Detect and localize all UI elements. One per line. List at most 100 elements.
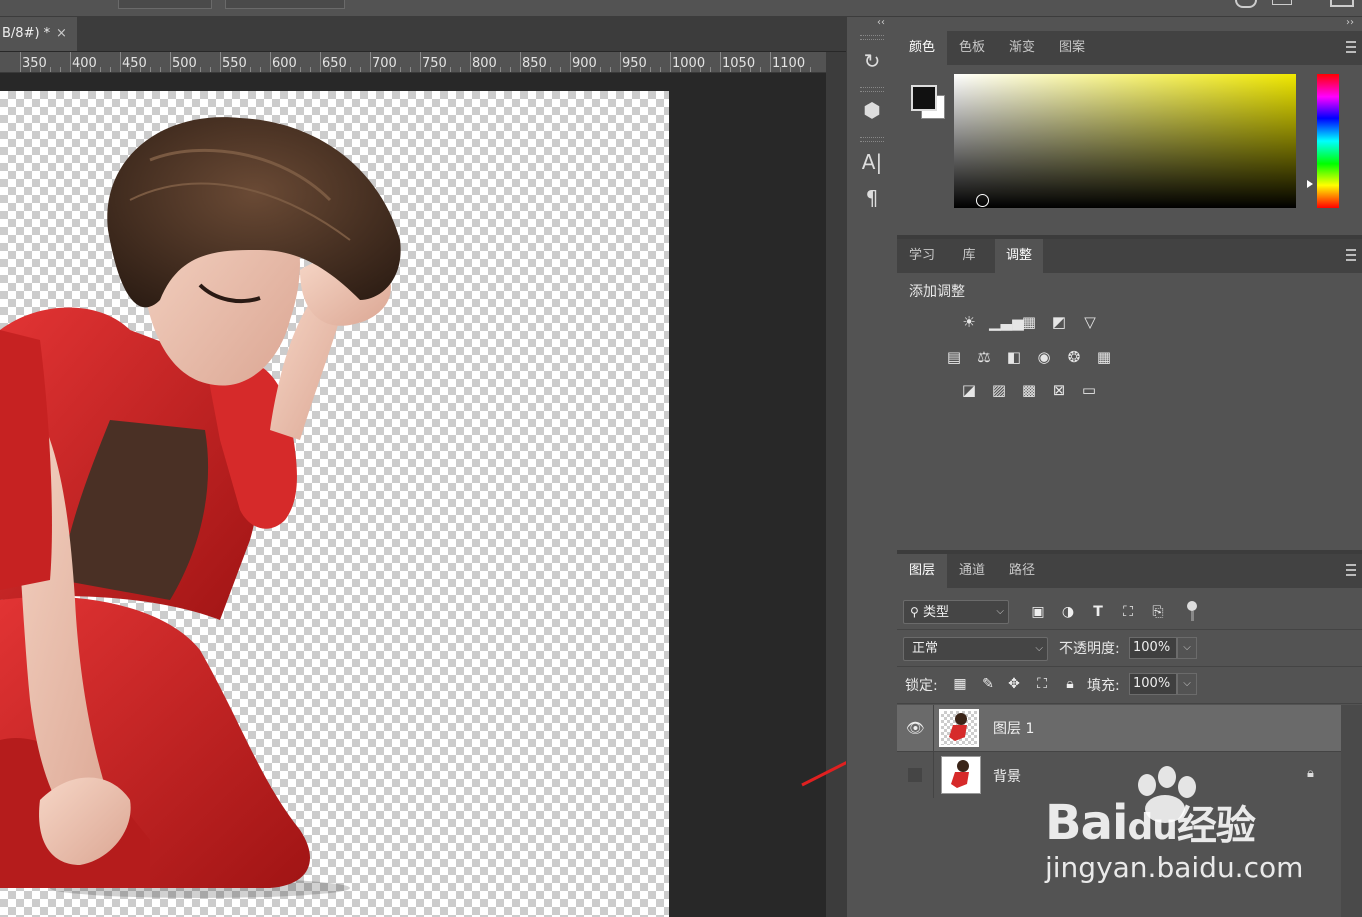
posterize-icon[interactable]: ▨ bbox=[989, 380, 1009, 400]
grip-icon[interactable] bbox=[860, 35, 884, 40]
foreground-color-swatch[interactable] bbox=[911, 85, 937, 111]
grip-icon[interactable] bbox=[860, 137, 884, 142]
document-tab[interactable]: B/8#) * × bbox=[0, 17, 77, 51]
ruler-minor-tick bbox=[630, 67, 631, 72]
panel-menu-icon[interactable] bbox=[1346, 41, 1356, 53]
options-button-2[interactable] bbox=[225, 0, 345, 9]
eye-icon[interactable]: 👁︎ bbox=[906, 719, 925, 737]
ruler-minor-tick bbox=[710, 67, 711, 72]
ruler-tick bbox=[220, 52, 221, 72]
tab-libraries[interactable]: 库 bbox=[947, 239, 991, 273]
lock-pixels-icon[interactable]: ✎ bbox=[979, 675, 997, 693]
filter-toggle-icon[interactable] bbox=[1187, 601, 1197, 611]
type-filter-icon[interactable]: T bbox=[1089, 603, 1107, 621]
layer-thumbnail[interactable] bbox=[939, 709, 979, 747]
share-icon[interactable] bbox=[1330, 0, 1354, 7]
options-button-1[interactable] bbox=[118, 0, 212, 9]
invert-icon[interactable]: ◪ bbox=[959, 380, 979, 400]
vibrance-icon[interactable]: ▽ bbox=[1080, 312, 1100, 332]
ruler-minor-tick bbox=[380, 67, 381, 72]
layer-thumbnail[interactable] bbox=[941, 756, 981, 794]
tab-channels[interactable]: 通道 bbox=[947, 554, 997, 588]
ruler-minor-tick bbox=[390, 67, 391, 72]
expand-icon[interactable]: ›› bbox=[1346, 17, 1354, 28]
hue-saturation-icon[interactable]: ▤ bbox=[944, 347, 964, 367]
black-white-icon[interactable]: ◧ bbox=[1004, 347, 1024, 367]
panel-divider bbox=[897, 666, 1362, 667]
character-icon[interactable]: A| bbox=[859, 149, 885, 175]
panel-menu-icon[interactable] bbox=[1346, 564, 1356, 576]
color-lookup-icon[interactable]: ▦ bbox=[1094, 347, 1114, 367]
paragraph-icon[interactable]: ¶ bbox=[859, 185, 885, 211]
ruler-minor-tick bbox=[760, 67, 761, 72]
brightness-contrast-icon[interactable]: ☀ bbox=[959, 312, 979, 332]
opacity-input[interactable]: 100% bbox=[1129, 637, 1177, 659]
tab-learn[interactable]: 学习 bbox=[897, 239, 947, 273]
history-icon[interactable]: ↻ bbox=[859, 48, 885, 74]
adjustment-filter-icon[interactable]: ◑ bbox=[1059, 603, 1077, 621]
channel-mixer-icon[interactable]: ❂ bbox=[1064, 347, 1084, 367]
levels-icon[interactable]: ▁▃▅ bbox=[989, 312, 1024, 332]
fill-input[interactable]: 100% bbox=[1129, 673, 1177, 695]
3d-icon[interactable]: ⬢ bbox=[859, 97, 885, 123]
smart-object-filter-icon[interactable]: ⎘ bbox=[1149, 603, 1167, 621]
shape-filter-icon[interactable]: ⛶ bbox=[1119, 603, 1137, 621]
layer-row-layer1[interactable]: 👁︎ 图层 1 bbox=[897, 705, 1341, 751]
grip-icon[interactable] bbox=[860, 87, 884, 92]
threshold-icon[interactable]: ▩ bbox=[1019, 380, 1039, 400]
exposure-icon[interactable]: ◩ bbox=[1049, 312, 1069, 332]
ruler-minor-tick bbox=[640, 67, 641, 72]
gradient-map-icon[interactable]: ▭ bbox=[1079, 380, 1099, 400]
ruler-minor-tick bbox=[690, 67, 691, 72]
document-canvas[interactable] bbox=[0, 91, 669, 917]
lock-all-icon[interactable]: 🔒︎ bbox=[1061, 675, 1079, 693]
tab-color[interactable]: 颜色 bbox=[897, 31, 947, 65]
visibility-toggle-empty[interactable] bbox=[908, 768, 922, 782]
lock-transparency-icon[interactable]: ▦ bbox=[951, 675, 969, 693]
panel-menu-icon[interactable] bbox=[1346, 249, 1356, 261]
search-icon[interactable] bbox=[1235, 0, 1257, 8]
tab-swatches[interactable]: 色板 bbox=[947, 31, 997, 65]
photo-filter-icon[interactable]: ◉ bbox=[1034, 347, 1054, 367]
color-picker-cursor[interactable] bbox=[976, 194, 989, 207]
layer-filter-select[interactable]: ⚲ 类型 ⌵ bbox=[903, 600, 1009, 624]
chevron-down-icon: ⌵ bbox=[1035, 643, 1043, 654]
layers-panel-tabs: 图层 通道 路径 bbox=[897, 554, 1362, 588]
color-field[interactable] bbox=[954, 74, 1296, 208]
workspace-icon[interactable] bbox=[1272, 0, 1292, 5]
color-panel-tabs: 颜色 色板 渐变 图案 bbox=[897, 31, 1362, 65]
tab-patterns[interactable]: 图案 bbox=[1047, 31, 1097, 65]
selective-color-icon[interactable]: ⊠ bbox=[1049, 380, 1069, 400]
hue-slider-thumb[interactable] bbox=[1307, 180, 1313, 188]
layer-name[interactable]: 图层 1 bbox=[993, 718, 1034, 738]
hue-slider[interactable] bbox=[1317, 74, 1339, 208]
layers-scrollbar[interactable] bbox=[1341, 705, 1362, 917]
blend-mode-select[interactable]: 正常 ⌵ bbox=[903, 637, 1048, 661]
fill-dropdown-icon[interactable]: ⌵ bbox=[1177, 673, 1197, 695]
ruler-label: 550 bbox=[222, 56, 247, 71]
collapse-icon[interactable]: ‹‹ bbox=[877, 17, 885, 28]
collapsed-panel-strip: ‹‹ ↻ ⬢ A| ¶ bbox=[846, 17, 898, 917]
opacity-dropdown-icon[interactable]: ⌵ bbox=[1177, 637, 1197, 659]
ruler-label: 450 bbox=[122, 56, 147, 71]
ruler-minor-tick bbox=[700, 67, 701, 72]
ruler-minor-tick bbox=[430, 67, 431, 72]
tab-paths[interactable]: 路径 bbox=[997, 554, 1047, 588]
close-icon[interactable]: × bbox=[56, 17, 67, 51]
tab-adjustments[interactable]: 调整 bbox=[995, 239, 1043, 273]
image-filter-icon[interactable]: ▣ bbox=[1029, 603, 1047, 621]
ruler-minor-tick bbox=[310, 67, 311, 72]
ruler-label: 500 bbox=[172, 56, 197, 71]
layer-name[interactable]: 背景 bbox=[993, 766, 1021, 786]
curves-icon[interactable]: ▦ bbox=[1019, 312, 1039, 332]
lock-artboard-icon[interactable]: ⛶ bbox=[1033, 675, 1051, 693]
color-balance-icon[interactable]: ⚖ bbox=[974, 347, 994, 367]
tab-gradients[interactable]: 渐变 bbox=[997, 31, 1047, 65]
lock-label: 锁定: bbox=[905, 678, 938, 694]
ruler-minor-tick bbox=[450, 67, 451, 72]
canvas-scroll-track[interactable] bbox=[826, 52, 846, 917]
tab-layers[interactable]: 图层 bbox=[897, 554, 947, 588]
ruler-minor-tick bbox=[490, 67, 491, 72]
fg-bg-swatches[interactable] bbox=[911, 85, 947, 121]
lock-position-icon[interactable]: ✥ bbox=[1005, 675, 1023, 693]
